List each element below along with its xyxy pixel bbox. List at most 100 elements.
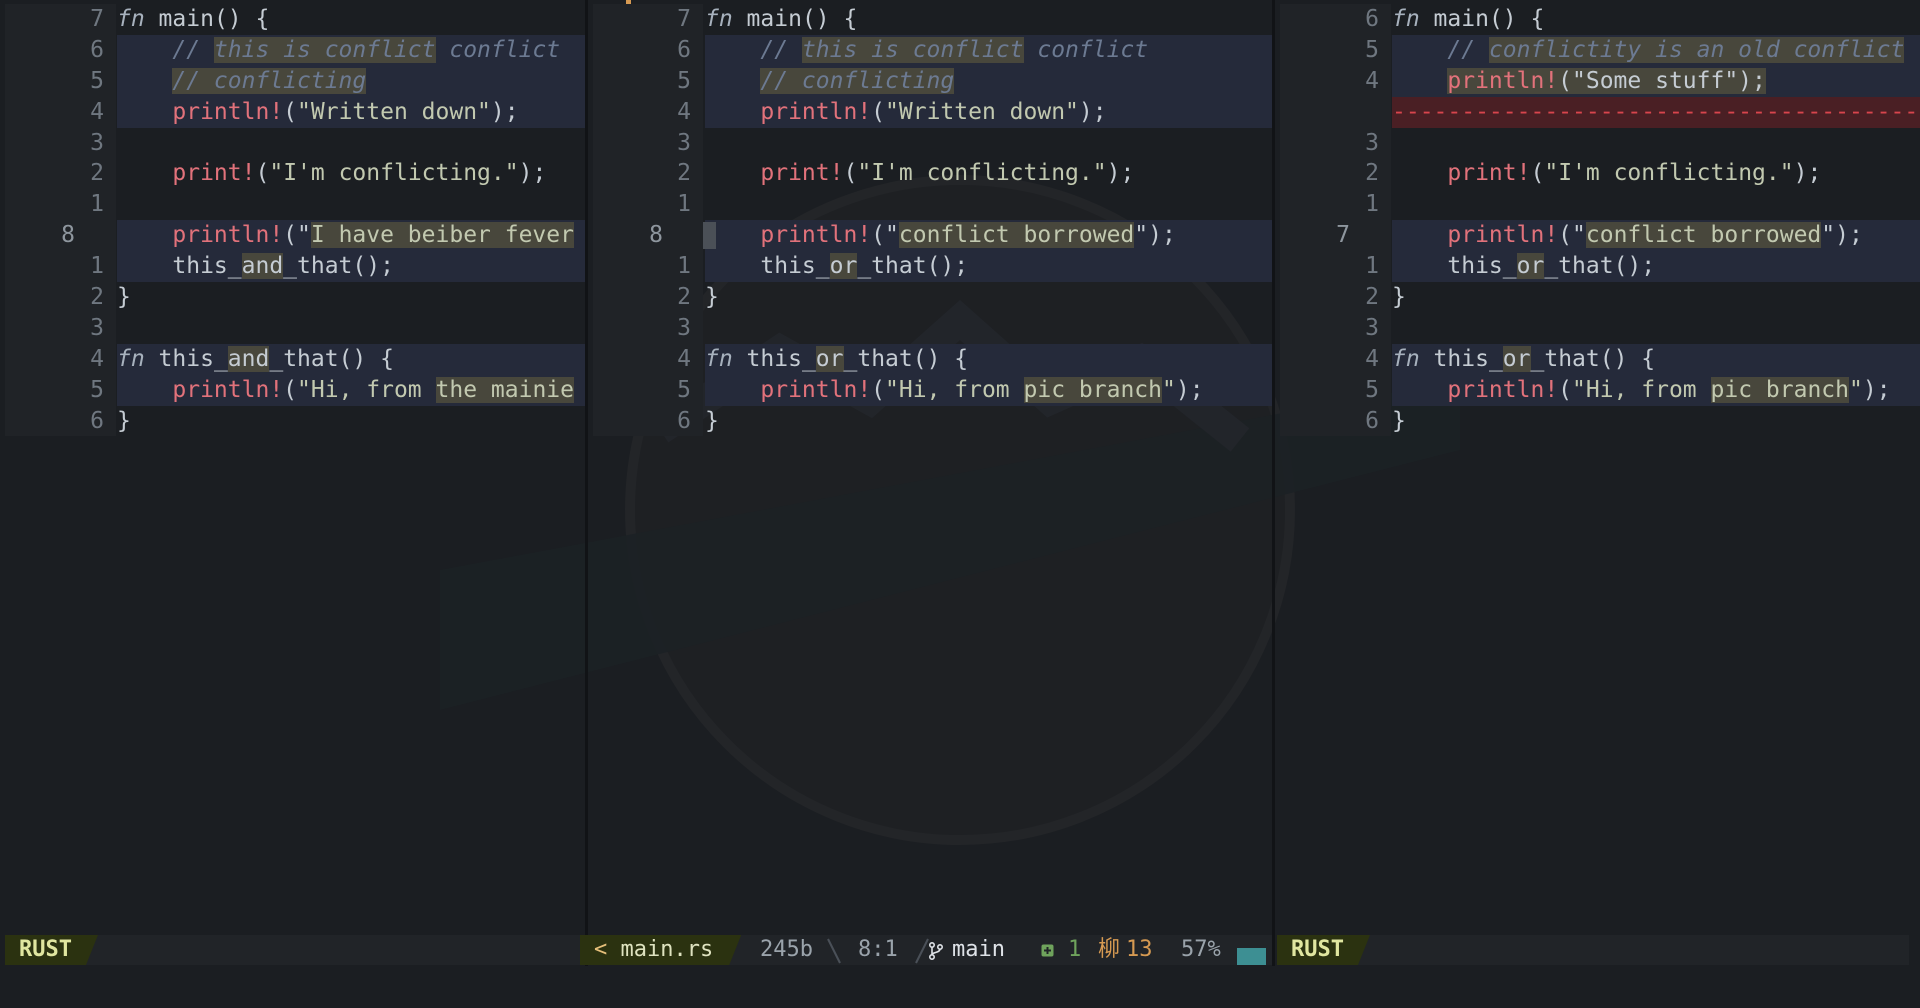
code-line[interactable]: 2 print!("I'm conflicting."); [1275,158,1920,190]
code-line[interactable]: 4 println!("Written down"); [0,96,585,128]
code-text[interactable]: println!("conflict borrowed"); [1392,220,1920,252]
code-line[interactable]: 6} [1275,405,1920,437]
code-line[interactable]: 1 [0,189,585,221]
code-line[interactable]: 3 [588,127,1272,159]
middle-diff-pane[interactable]: 7 fn main() {6 // this is conflict confli… [588,0,1272,966]
line-number-gutter: 4 [593,343,703,375]
deleted-filler-line[interactable]: ----------------------------------------… [1275,96,1920,128]
code-line[interactable]: 3 [1275,127,1920,159]
code-text[interactable]: } [1392,282,1920,313]
code-text[interactable]: } [1392,406,1920,437]
code-line[interactable]: 4 println!("Written down"); [588,96,1272,128]
code-text[interactable]: // conflictity is an old conflict [1392,34,1920,66]
code-text[interactable]: println!("Hi, from pic branch"); [705,374,1272,406]
code-line[interactable]: 5 // conflicting [0,65,585,97]
code-text[interactable]: print!("I'm conflicting."); [1392,158,1920,189]
code-text[interactable] [1392,128,1920,159]
relative-line-number: 6 [1365,407,1379,434]
code-text[interactable] [117,313,585,344]
code-line[interactable]: 3 [1275,312,1920,344]
right-code-view[interactable]: 6 fn main() {5 // conflictity is an old c… [1275,4,1920,437]
code-text[interactable]: println!("conflict borrowed"); [703,220,1272,252]
code-line[interactable]: 6} [588,405,1272,437]
line-number-gutter: 2 [5,158,116,190]
code-text[interactable]: // conflicting [705,65,1272,97]
code-line[interactable]: 1 [588,189,1272,221]
middle-code-view[interactable]: 7 fn main() {6 // this is conflict confli… [588,4,1272,437]
code-line[interactable]: 1 this_and_that(); [0,251,585,283]
code-text[interactable]: println!("Hi, from the mainie [117,374,585,406]
code-text[interactable]: fn main() { [705,4,1272,35]
code-text[interactable]: } [117,406,585,437]
left-diff-pane[interactable]: 7 fn main() {6 // this is conflict confli… [0,0,585,966]
code-line[interactable]: 4 fn this_and_that() { [0,343,585,375]
line-number-gutter: 2 [5,282,116,313]
code-text[interactable]: ----------------------------------------… [1392,96,1920,128]
code-text[interactable]: print!("I'm conflicting."); [117,158,585,189]
code-text[interactable] [117,128,585,159]
code-text[interactable]: fn this_and_that() { [117,343,585,375]
code-text[interactable]: println!("Written down"); [705,96,1272,128]
code-text[interactable] [705,128,1272,159]
code-text[interactable]: // conflicting [117,65,585,97]
code-line[interactable]: 2 print!("I'm conflicting."); [0,158,585,190]
code-text[interactable]: println!("Written down"); [117,96,585,128]
code-text[interactable]: println!("Some stuff"); [1392,65,1920,97]
code-text[interactable]: println!("Hi, from pic branch"); [1392,374,1920,406]
code-line[interactable]: 1 this_or_that(); [1275,251,1920,283]
code-line[interactable]: 4 fn this_or_that() { [588,343,1272,375]
file-name-segment[interactable]: < main.rs [580,935,741,965]
line-number-gutter: 5 [593,374,703,406]
code-text[interactable]: print!("I'm conflicting."); [705,158,1272,189]
code-line[interactable]: 3 [0,127,585,159]
code-line[interactable]: 6 fn main() { [1275,4,1920,35]
code-line[interactable]: 6 // this is conflict conflict [0,34,585,66]
code-line[interactable]: 7 println!("conflict borrowed"); [1275,220,1920,252]
code-line[interactable]: 8 println!("I have beiber fever [0,220,585,252]
code-text[interactable]: fn main() { [1392,4,1920,35]
code-line[interactable]: 5 // conflictity is an old conflict [1275,34,1920,66]
code-line[interactable]: 1 this_or_that(); [588,251,1272,283]
code-line[interactable]: 2} [588,282,1272,313]
code-line[interactable]: 8 println!("conflict borrowed"); [588,220,1272,252]
code-text[interactable]: fn main() { [117,4,585,35]
code-token: (" [283,222,311,249]
code-text[interactable]: } [705,406,1272,437]
code-line[interactable]: 6} [0,405,585,437]
code-text[interactable]: this_and_that(); [117,251,585,283]
code-text[interactable]: } [705,282,1272,313]
code-line[interactable]: 5 println!("Hi, from the mainie [0,374,585,406]
code-text[interactable]: // this is conflict conflict [705,34,1272,66]
code-line[interactable]: 7 fn main() { [0,4,585,35]
code-line[interactable]: 5 // conflicting [588,65,1272,97]
code-text[interactable] [1392,313,1920,344]
code-line[interactable]: 2 print!("I'm conflicting."); [588,158,1272,190]
code-text[interactable]: } [117,282,585,313]
right-diff-pane[interactable]: 6 fn main() {5 // conflictity is an old c… [1275,0,1920,966]
code-token: or [829,253,858,280]
code-line[interactable]: 3 [0,312,585,344]
code-text[interactable]: fn this_or_that() { [705,343,1272,375]
code-line[interactable]: 2} [1275,282,1920,313]
code-text[interactable] [705,189,1272,220]
code-line[interactable]: 7 fn main() { [588,4,1272,35]
code-line[interactable]: 4 fn this_or_that() { [1275,343,1920,375]
code-text[interactable] [705,313,1272,344]
relative-line-number: 4 [677,98,691,125]
code-line[interactable]: 4 println!("Some stuff"); [1275,65,1920,97]
code-token: " [1162,376,1176,403]
code-text[interactable]: this_or_that(); [1392,251,1920,283]
code-line[interactable]: 6 // this is conflict conflict [588,34,1272,66]
code-text[interactable] [1392,189,1920,220]
code-text[interactable]: println!("I have beiber fever [117,220,585,252]
code-line[interactable]: 3 [588,312,1272,344]
code-text[interactable]: // this is conflict conflict [117,34,585,66]
code-line[interactable]: 5 println!("Hi, from pic branch"); [588,374,1272,406]
left-code-view[interactable]: 7 fn main() {6 // this is conflict confli… [0,4,585,437]
code-line[interactable]: 5 println!("Hi, from pic branch"); [1275,374,1920,406]
code-line[interactable]: 2} [0,282,585,313]
code-text[interactable]: this_or_that(); [705,251,1272,283]
code-text[interactable]: fn this_or_that() { [1392,343,1920,375]
code-line[interactable]: 1 [1275,189,1920,221]
code-text[interactable] [117,189,585,220]
